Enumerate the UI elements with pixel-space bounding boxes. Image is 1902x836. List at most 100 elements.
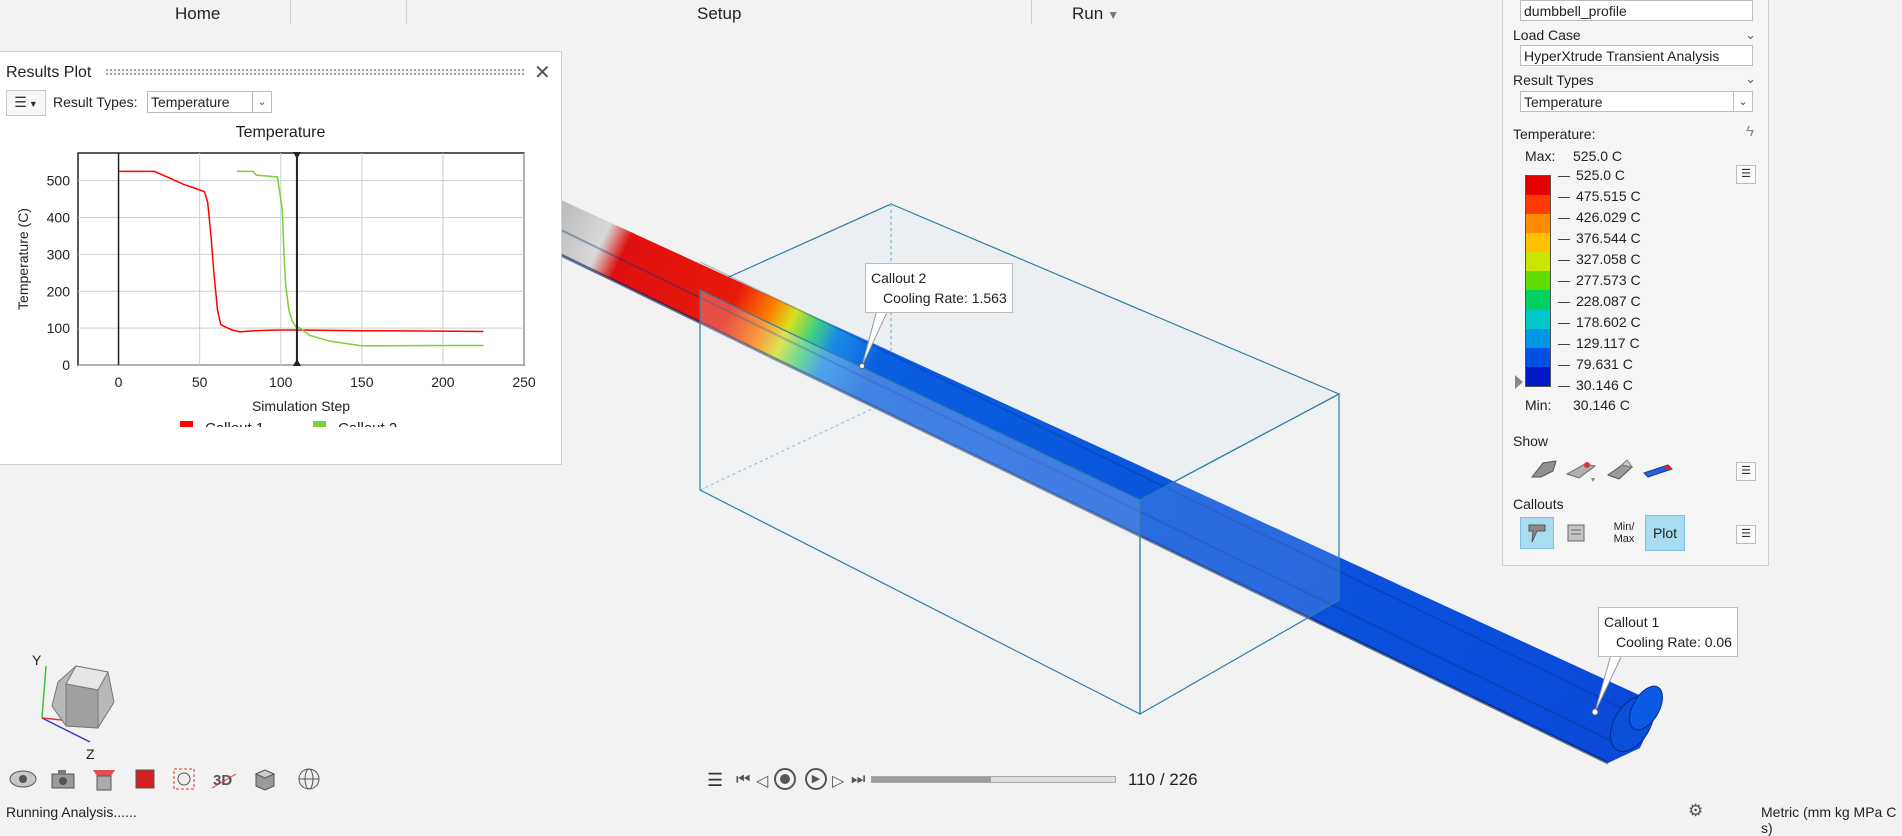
legend-level: 426.029 C	[1558, 209, 1641, 225]
callout-table-icon[interactable]	[1559, 517, 1593, 549]
results-panel: dumbbell_profile Load Case ⌄ HyperXtrude…	[1502, 0, 1769, 566]
zoom-fit-icon[interactable]	[170, 764, 200, 794]
result-types-label: Result Types	[1513, 72, 1594, 88]
z-axis-label: Z	[86, 746, 95, 762]
legend-color-bar	[1525, 175, 1551, 387]
panel-title: Results Plot	[6, 64, 92, 81]
callout-1[interactable]: Callout 1 Cooling Rate: 0.06	[1598, 607, 1738, 657]
y-tick-label: 300	[47, 246, 71, 262]
units-selector[interactable]: Metric (mm kg MPa C s)	[1761, 804, 1902, 836]
min-label: Min:	[1525, 397, 1552, 413]
playback-slider[interactable]	[871, 776, 1116, 783]
x-tick-label: 50	[192, 374, 208, 390]
callout-detail: Cooling Rate: 0.06	[1616, 634, 1732, 650]
result-types-select[interactable]: Temperature ⌄	[147, 91, 272, 113]
plot-button-label: Plot	[1652, 525, 1678, 541]
playback-progress	[872, 777, 992, 782]
result-types-label: Result Types:	[53, 94, 138, 110]
legend-swatch	[313, 421, 326, 427]
legend-level: 228.087 C	[1558, 293, 1641, 309]
show-contour-icon[interactable]	[1641, 453, 1675, 485]
min-max-label-line1: Min/	[1613, 521, 1635, 533]
result-types-select[interactable]: Temperature ⌄	[1520, 91, 1753, 112]
select-value: Temperature	[1524, 94, 1603, 110]
max-label: Max:	[1525, 148, 1556, 164]
legend-title: Temperature:	[1513, 126, 1596, 142]
y-axis-label: Y	[32, 652, 42, 668]
drag-handle[interactable]	[105, 68, 525, 76]
show-profile-icon[interactable]	[1603, 453, 1637, 485]
legend-color-band	[1526, 366, 1550, 386]
plot-button[interactable]: Plot	[1645, 515, 1685, 551]
stop-icon[interactable]	[774, 768, 796, 790]
x-tick-label: 150	[350, 374, 374, 390]
3d-view-icon[interactable]: 3D	[210, 764, 240, 794]
globe-icon[interactable]	[294, 764, 324, 794]
legend-color-band	[1526, 252, 1550, 272]
double-chevron-icon[interactable]: ⌄	[1745, 27, 1756, 43]
view-eye-icon[interactable]	[8, 764, 38, 794]
last-frame-icon[interactable]: ⏭	[851, 771, 865, 789]
legend-level: 327.058 C	[1558, 251, 1641, 267]
chevron-down-icon: ⌄	[252, 92, 271, 112]
axis-triad[interactable]	[41, 665, 115, 743]
show-mesh-icon[interactable]	[1565, 453, 1599, 485]
min-max-label-line2: Max	[1613, 533, 1635, 545]
frame-counter: 110 / 226	[1128, 770, 1198, 789]
callout-pin-icon[interactable]	[1520, 517, 1554, 549]
legend-level: 475.515 C	[1558, 188, 1641, 204]
lightning-icon[interactable]: ϟ	[1746, 123, 1754, 140]
y-tick-label: 200	[47, 283, 71, 299]
show-menu-button[interactable]: ☰	[1736, 462, 1756, 481]
load-case-field[interactable]: HyperXtrude Transient Analysis	[1520, 45, 1753, 66]
callout-title: Callout 2	[871, 270, 927, 286]
legend-level: 129.117 C	[1558, 335, 1640, 351]
legend-label: Callout 2	[338, 420, 397, 427]
y-tick-label: 400	[47, 210, 71, 226]
y-tick-label: 100	[47, 320, 71, 336]
legend-pointer-icon[interactable]	[1515, 375, 1523, 389]
plot-menu-button[interactable]: ☰ ▼	[6, 90, 46, 116]
x-tick-label: 200	[431, 374, 455, 390]
callout-2[interactable]: Callout 2 Cooling Rate: 1.563	[865, 263, 1013, 313]
load-case-label: Load Case	[1513, 27, 1581, 43]
legend-menu-button[interactable]: ☰	[1736, 165, 1756, 184]
results-plot-panel: Results Plot ✕ ☰ ▼ Result Types: Temperat…	[0, 51, 562, 465]
first-frame-icon[interactable]: ⏮	[736, 771, 750, 789]
x-tick-label: 250	[512, 374, 536, 390]
close-icon[interactable]: ✕	[534, 60, 551, 85]
select-value: Temperature	[151, 94, 230, 110]
playback-menu-icon[interactable]: ☰	[707, 770, 723, 791]
next-frame-icon[interactable]: ▷	[832, 771, 844, 791]
plot-area	[77, 152, 525, 366]
x-tick-label: 0	[115, 374, 123, 390]
stop-dot	[780, 774, 790, 784]
callout-title: Callout 1	[1604, 614, 1660, 630]
camera-icon[interactable]	[49, 764, 79, 794]
plane-icon[interactable]	[130, 764, 160, 794]
callouts-menu-button[interactable]: ☰	[1736, 525, 1756, 544]
settings-gear-icon[interactable]: ⚙	[1688, 801, 1703, 821]
section-cut-icon[interactable]	[89, 764, 119, 794]
play-icon[interactable]: ▶	[805, 768, 827, 790]
status-text: Running Analysis......	[6, 804, 137, 820]
legend-color-band	[1526, 233, 1550, 253]
legend-color-band	[1526, 328, 1550, 348]
show-part-icon[interactable]	[1527, 453, 1561, 485]
y-axis-title: Temperature (C)	[15, 208, 31, 310]
y-tick-label: 0	[62, 357, 70, 373]
min-max-button[interactable]: Min/ Max	[1607, 517, 1641, 549]
cube-view-icon[interactable]	[250, 764, 280, 794]
legend-level: 178.602 C	[1558, 314, 1641, 330]
max-value: 525.0 C	[1573, 148, 1623, 164]
temperature-chart[interactable]: 0 50 100 150 200 250 0 100 200 300 400 500 Simulatio…	[0, 147, 561, 427]
legend-color-band	[1526, 195, 1550, 215]
profile-field[interactable]: dumbbell_profile	[1520, 0, 1753, 21]
callouts-label: Callouts	[1513, 496, 1564, 512]
hamburger-icon: ☰	[14, 94, 27, 110]
double-chevron-icon[interactable]: ⌄	[1745, 71, 1756, 87]
legend-color-band	[1526, 290, 1550, 310]
legend-color-band	[1526, 347, 1550, 367]
x-tick-label: 100	[269, 374, 293, 390]
previous-frame-icon[interactable]: ◁	[756, 771, 768, 791]
